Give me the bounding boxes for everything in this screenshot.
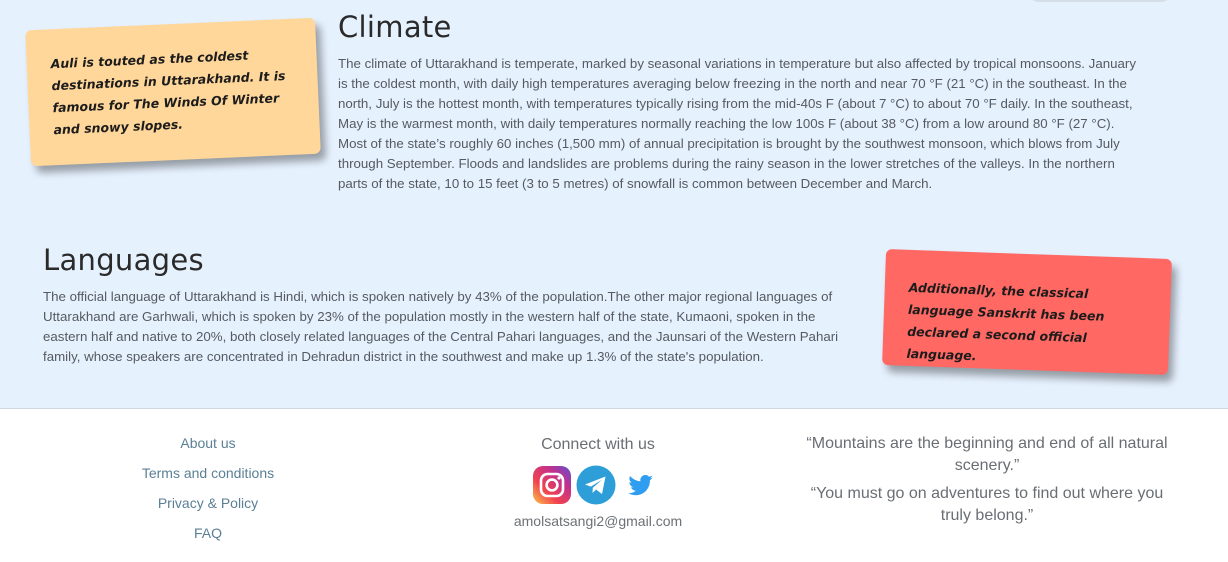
decorative-edge: [1030, 0, 1170, 2]
instagram-icon[interactable]: [532, 465, 572, 505]
languages-heading: Languages: [43, 243, 204, 277]
languages-paragraph: The official language of Uttarakhand is …: [43, 289, 839, 364]
climate-heading: Climate: [338, 10, 452, 44]
quote-2: “You must go on adventures to find out w…: [810, 485, 1164, 524]
footer-quotes: “Mountains are the beginning and end of …: [800, 433, 1174, 533]
auli-sticky-note: Auli is touted as the coldest destinatio…: [25, 17, 321, 167]
faq-link[interactable]: FAQ: [110, 521, 306, 551]
connect-title: Connect with us: [541, 436, 655, 453]
twitter-icon[interactable]: [620, 465, 660, 505]
sanskrit-sticky-note: Additionally, the classical language San…: [882, 249, 1172, 375]
social-icons: [493, 465, 698, 505]
quote-1: “Mountains are the beginning and end of …: [806, 435, 1168, 474]
about-us-link[interactable]: About us: [110, 431, 306, 461]
site-footer: About us Terms and conditions Privacy & …: [0, 409, 1228, 562]
footer-links: About us Terms and conditions Privacy & …: [110, 431, 306, 551]
telegram-icon[interactable]: [576, 465, 616, 505]
climate-paragraph: The climate of Uttarakhand is temperate,…: [338, 56, 1136, 191]
privacy-policy-link[interactable]: Privacy & Policy: [110, 491, 306, 521]
contact-email[interactable]: amolsatsangi2@gmail.com: [498, 513, 698, 529]
terms-link[interactable]: Terms and conditions: [110, 461, 306, 491]
content-section: Auli is touted as the coldest destinatio…: [0, 0, 1228, 409]
connect-block: Connect with us amolsatsangi2@gmail.com: [498, 435, 698, 529]
